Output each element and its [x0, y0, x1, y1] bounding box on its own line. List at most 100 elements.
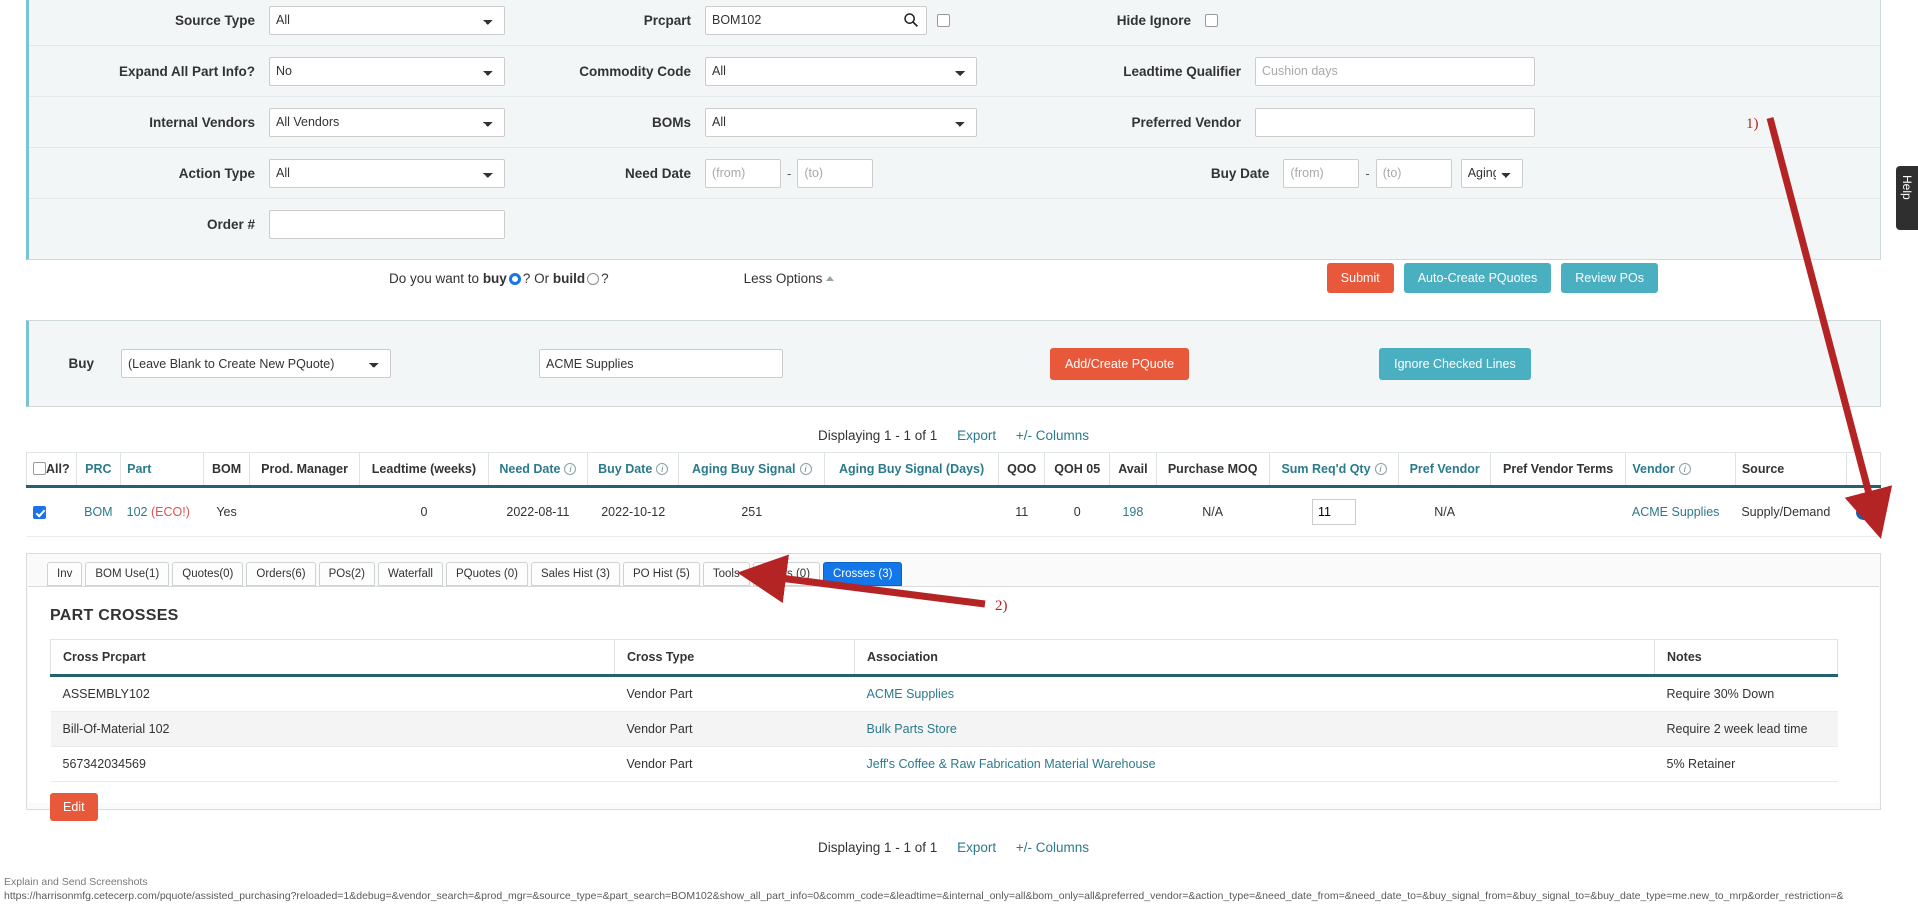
- buy-radio[interactable]: [508, 272, 521, 285]
- header-notes: Notes: [1654, 639, 1838, 677]
- hide-ignore-checkbox[interactable]: [1205, 13, 1218, 27]
- results-count-bottom: Displaying 1 - 1 of 1 Export +/- Columns: [26, 840, 1881, 855]
- tab-pos[interactable]: POs(2): [318, 562, 376, 586]
- header-aging-buy-signal-days[interactable]: Aging Buy Signal (Days): [824, 452, 1000, 488]
- tab-po-hist[interactable]: PO Hist (5): [623, 562, 700, 586]
- action-type-select[interactable]: All: [269, 158, 505, 188]
- less-options-toggle[interactable]: Less Options: [744, 271, 835, 286]
- header-all-label: All?: [46, 462, 70, 476]
- columns-link-top[interactable]: +/- Columns: [1016, 428, 1089, 443]
- cell-row-info[interactable]: i: [1846, 486, 1881, 537]
- select-all-checkbox[interactable]: [33, 462, 46, 475]
- header-aging-buy-signal[interactable]: Aging Buy Signal i: [678, 452, 826, 488]
- add-create-pquote-button[interactable]: Add/Create PQuote: [1050, 347, 1190, 380]
- submit-button[interactable]: Submit: [1326, 263, 1394, 293]
- row-checkbox[interactable]: [32, 506, 46, 520]
- header-prc[interactable]: PRC: [75, 452, 122, 488]
- info-circle-icon[interactable]: i: [1856, 505, 1871, 520]
- export-link-bottom[interactable]: Export: [957, 840, 996, 855]
- review-pos-button[interactable]: Review POs: [1561, 263, 1658, 293]
- order-number-input[interactable]: [269, 210, 505, 239]
- info-icon[interactable]: i: [656, 463, 669, 475]
- build-radio[interactable]: [587, 272, 600, 285]
- help-tab-label: Help: [1900, 175, 1914, 200]
- header-qoo: QOO: [998, 452, 1046, 488]
- filter-row-expand-part-info: Expand All Part Info? No Commodity Code …: [29, 46, 1880, 97]
- tab-bom-use[interactable]: BOM Use(1): [85, 562, 170, 586]
- source-type-select[interactable]: All: [269, 5, 505, 35]
- cell-source: Supply/Demand: [1735, 486, 1847, 537]
- cell-vendor[interactable]: ACME Supplies: [1625, 486, 1736, 537]
- tab-tools[interactable]: Tools: [702, 562, 750, 586]
- vendor-link[interactable]: ACME Supplies: [1632, 505, 1720, 519]
- extension-status-text: Explain and Send Screenshots: [4, 876, 148, 888]
- buy-panel: Buy (Leave Blank to Create New PQuote) A…: [26, 320, 1881, 407]
- edit-button[interactable]: Edit: [50, 793, 98, 821]
- buy-date-to-input[interactable]: [1375, 158, 1452, 188]
- leadtime-qualifier-input[interactable]: [1255, 56, 1535, 86]
- header-all[interactable]: All?: [26, 452, 77, 488]
- help-side-tab[interactable]: Help: [1896, 166, 1918, 230]
- table-header-row: All? PRC Part BOM Prod. Manager Leadtime…: [26, 452, 1881, 488]
- tab-quotes[interactable]: Quotes(0): [172, 562, 244, 586]
- label-expand-all-part-info: Expand All Part Info?: [118, 63, 255, 79]
- tab-inv[interactable]: Inv: [47, 562, 83, 586]
- buy-vendor-input[interactable]: [539, 349, 783, 378]
- tab-crosses[interactable]: Crosses (3): [823, 562, 903, 586]
- ignore-checked-lines-button[interactable]: Ignore Checked Lines: [1379, 347, 1531, 380]
- tab-waterfall[interactable]: Waterfall: [378, 562, 443, 586]
- header-pref-vendor-terms: Pref Vendor Terms: [1489, 452, 1627, 488]
- header-vendor[interactable]: Vendor i: [1625, 452, 1736, 488]
- boms-select[interactable]: All: [705, 107, 977, 137]
- pquote-select[interactable]: (Leave Blank to Create New PQuote): [121, 349, 391, 378]
- tab-orders[interactable]: Orders(6): [246, 562, 316, 586]
- buy-date-type-select[interactable]: Aging: [1460, 158, 1523, 188]
- header-pref-vendor[interactable]: Pref Vendor: [1398, 452, 1491, 488]
- row-select-cell[interactable]: [26, 486, 77, 537]
- prcpart-exact-checkbox[interactable]: [937, 13, 950, 27]
- cell-cross-prcpart: Bill-Of-Material 102: [50, 711, 615, 747]
- annotation-label-1: 1): [1746, 116, 1759, 132]
- cell-association[interactable]: Bulk Parts Store: [854, 711, 1655, 747]
- cell-prc[interactable]: BOM: [76, 486, 121, 537]
- need-date-to-input[interactable]: [797, 158, 874, 188]
- auto-create-pquotes-button[interactable]: Auto-Create PQuotes: [1403, 263, 1552, 293]
- tab-pquotes[interactable]: PQuotes (0): [445, 562, 528, 586]
- cell-avail[interactable]: 198: [1109, 486, 1157, 537]
- info-icon[interactable]: i: [564, 463, 577, 475]
- tab-sales-hist[interactable]: Sales Hist (3): [530, 562, 620, 586]
- prcpart-input[interactable]: [705, 5, 927, 35]
- header-sum-reqd-qty[interactable]: Sum Req'd Qty i: [1268, 452, 1400, 488]
- expand-all-part-info-select[interactable]: No: [269, 56, 505, 86]
- header-buy-date[interactable]: Buy Date i: [586, 452, 680, 488]
- tab-notes[interactable]: Notes (0): [752, 562, 821, 586]
- association-link[interactable]: ACME Supplies: [867, 687, 955, 701]
- cell-cross-prcpart: ASSEMBLY102: [50, 675, 615, 712]
- annotation-label-2: 2): [995, 598, 1008, 614]
- columns-link-bottom[interactable]: +/- Columns: [1016, 840, 1089, 855]
- internal-vendors-select[interactable]: All Vendors: [269, 107, 505, 137]
- part-link[interactable]: 102: [127, 505, 148, 519]
- sum-reqd-qty-input[interactable]: [1312, 499, 1356, 525]
- header-need-date[interactable]: Need Date i: [487, 452, 588, 488]
- export-link-top[interactable]: Export: [957, 428, 996, 443]
- association-link[interactable]: Bulk Parts Store: [867, 722, 957, 736]
- label-source-type: Source Type: [174, 12, 255, 28]
- cell-association[interactable]: ACME Supplies: [854, 675, 1655, 712]
- results-count-top: Displaying 1 - 1 of 1 Export +/- Columns: [26, 428, 1881, 443]
- buy-date-from-input[interactable]: [1283, 158, 1360, 188]
- cell-part[interactable]: 102 (ECO!): [120, 486, 204, 537]
- cell-association[interactable]: Jeff's Coffee & Raw Fabrication Material…: [854, 746, 1655, 782]
- cell-sum-reqd-qty[interactable]: [1269, 486, 1399, 537]
- avail-link[interactable]: 198: [1122, 505, 1143, 519]
- commodity-code-select[interactable]: All: [705, 56, 977, 86]
- info-icon[interactable]: i: [799, 463, 812, 475]
- need-date-from-input[interactable]: [705, 158, 781, 188]
- association-link[interactable]: Jeff's Coffee & Raw Fabrication Material…: [867, 757, 1156, 771]
- prc-link[interactable]: BOM: [84, 505, 112, 519]
- info-icon[interactable]: i: [1678, 463, 1691, 475]
- purchasing-results-table: All? PRC Part BOM Prod. Manager Leadtime…: [26, 452, 1881, 537]
- preferred-vendor-input[interactable]: [1255, 107, 1535, 137]
- header-part[interactable]: Part: [120, 452, 204, 488]
- info-icon[interactable]: i: [1374, 463, 1387, 475]
